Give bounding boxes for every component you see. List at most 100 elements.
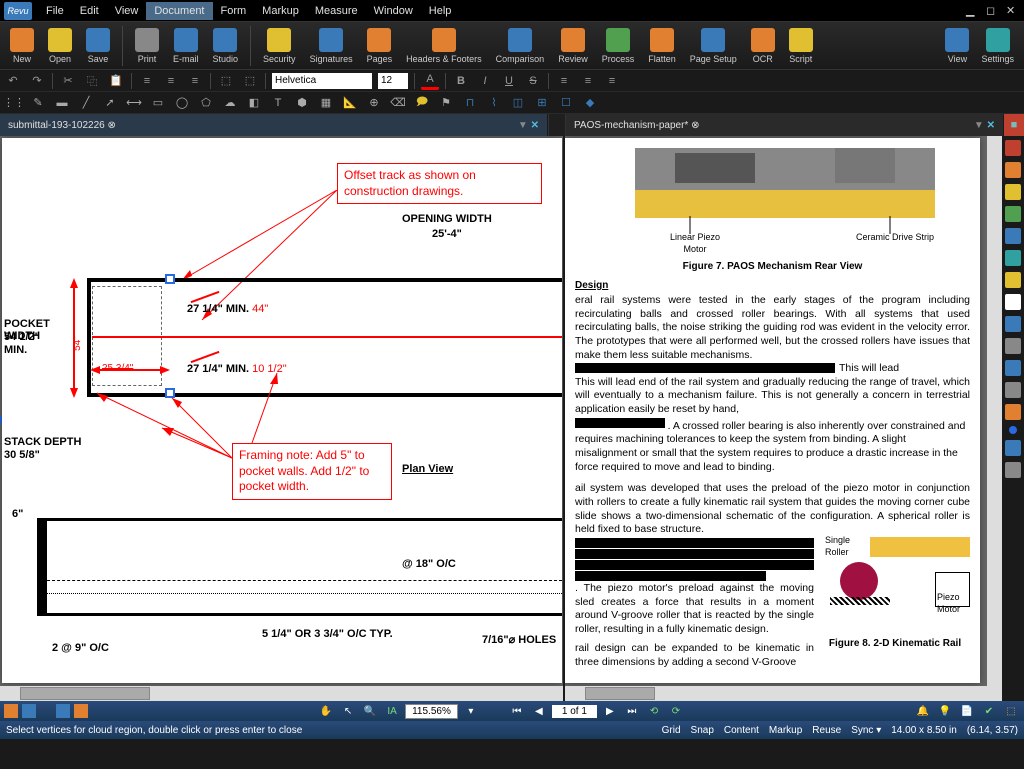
- strip-tool-9[interactable]: [1005, 360, 1021, 376]
- tab-paos-paper[interactable]: PAOS-mechanism-paper* ⊗ ▼ ✕: [566, 114, 1004, 136]
- ribbon-review[interactable]: Review: [552, 28, 594, 64]
- font-size-input[interactable]: [378, 73, 408, 89]
- strip-tool-11[interactable]: [1005, 404, 1021, 420]
- close-icon[interactable]: ✕: [1006, 4, 1020, 18]
- strip-pencil-icon[interactable]: [1005, 272, 1021, 288]
- status-reuse[interactable]: Reuse: [812, 725, 841, 736]
- cloud-icon[interactable]: ☁: [220, 94, 240, 112]
- polygon-icon[interactable]: ⬠: [196, 94, 216, 112]
- copy-icon[interactable]: ⿻: [83, 72, 101, 90]
- ungroup-icon[interactable]: ⬚: [241, 72, 259, 90]
- tab-submittal[interactable]: submittal-193-102226 ⊗ ▼ ✕: [0, 114, 548, 136]
- ribbon-print[interactable]: Print: [129, 28, 165, 64]
- count-icon[interactable]: ⊕: [364, 94, 384, 112]
- redo-icon[interactable]: ↷: [28, 72, 46, 90]
- right-h-scrollbar[interactable]: [565, 686, 1002, 701]
- next-view-icon[interactable]: ⟳: [667, 703, 685, 719]
- strip-tool-1[interactable]: [1005, 140, 1021, 156]
- strip-tool-10[interactable]: [1005, 382, 1021, 398]
- text-select-icon[interactable]: IA: [383, 703, 401, 719]
- ribbon-new[interactable]: New: [4, 28, 40, 64]
- pin-icon[interactable]: ⊗: [108, 120, 116, 131]
- symbol1-icon[interactable]: ⊓: [460, 94, 480, 112]
- dimension-icon[interactable]: ⟷: [124, 94, 144, 112]
- strip-tool-5[interactable]: [1005, 228, 1021, 244]
- font-family-input[interactable]: [272, 73, 372, 89]
- eraser-icon[interactable]: ⌫: [388, 94, 408, 112]
- prev-view-icon[interactable]: ⟲: [645, 703, 663, 719]
- ribbon-page-setup[interactable]: Page Setup: [684, 28, 743, 64]
- ribbon-view[interactable]: View: [939, 28, 975, 64]
- right-v-scrollbar[interactable]: [987, 136, 1002, 686]
- left-document-pane[interactable]: OPENING WIDTH 25'-4" Offset track as sho…: [0, 136, 565, 701]
- menu-measure[interactable]: Measure: [307, 2, 366, 20]
- status-markup[interactable]: Markup: [769, 725, 802, 736]
- strip-tool-3[interactable]: [1005, 184, 1021, 200]
- underline-icon[interactable]: U: [500, 72, 518, 90]
- highlighter-icon[interactable]: ▬: [52, 94, 72, 112]
- text-align-left-icon[interactable]: ≡: [555, 72, 573, 90]
- tab-close-icon[interactable]: ✕: [987, 120, 995, 131]
- ribbon-settings[interactable]: Settings: [975, 28, 1020, 64]
- tab-dropdown-icon[interactable]: ▼: [518, 120, 528, 131]
- nav-layout1-icon[interactable]: [56, 704, 70, 718]
- ribbon-signatures[interactable]: Signatures: [304, 28, 359, 64]
- ribbon-save[interactable]: Save: [80, 28, 116, 64]
- ribbon-ocr[interactable]: OCR: [745, 28, 781, 64]
- last-page-icon[interactable]: ⏭: [623, 703, 641, 719]
- menu-help[interactable]: Help: [421, 2, 460, 20]
- paste-icon[interactable]: 📋: [107, 72, 125, 90]
- stamp-icon[interactable]: ⬢: [292, 94, 312, 112]
- zoom-icon[interactable]: 🔍: [361, 703, 379, 719]
- bold-icon[interactable]: B: [452, 72, 470, 90]
- strip-tool-7[interactable]: [1005, 316, 1021, 332]
- ribbon-pages[interactable]: Pages: [361, 28, 399, 64]
- status-content[interactable]: Content: [724, 725, 759, 736]
- symbol2-icon[interactable]: ⌇: [484, 94, 504, 112]
- pan-icon[interactable]: ✋: [317, 703, 335, 719]
- tab-dropdown-icon[interactable]: ▼: [974, 120, 984, 131]
- nav-thumb1-icon[interactable]: [4, 704, 18, 718]
- align-center-icon[interactable]: ≡: [162, 72, 180, 90]
- pen-icon[interactable]: ✎: [28, 94, 48, 112]
- nav-tool5-icon[interactable]: ⬚: [1002, 703, 1020, 719]
- strip-tool-13[interactable]: [1005, 462, 1021, 478]
- nav-tool1-icon[interactable]: 🔔: [914, 703, 932, 719]
- italic-icon[interactable]: I: [476, 72, 494, 90]
- ribbon-comparison[interactable]: Comparison: [490, 28, 551, 64]
- tab-close-icon[interactable]: ✕: [531, 120, 539, 131]
- ribbon-script[interactable]: Script: [783, 28, 819, 64]
- align-left-icon[interactable]: ≡: [138, 72, 156, 90]
- first-page-icon[interactable]: ⏮: [508, 703, 526, 719]
- note-icon[interactable]: 🗩: [412, 94, 432, 112]
- ribbon-security[interactable]: Security: [257, 28, 302, 64]
- right-document-pane[interactable]: Linear Piezo Motor Ceramic Drive Strip F…: [565, 136, 1002, 701]
- rectangle-icon[interactable]: ▭: [148, 94, 168, 112]
- text-align-center-icon[interactable]: ≡: [579, 72, 597, 90]
- arrow-icon[interactable]: ➚: [100, 94, 120, 112]
- zoom-dropdown-icon[interactable]: ▾: [462, 703, 480, 719]
- page-number[interactable]: 1 of 1: [552, 705, 597, 718]
- strip-handle-icon[interactable]: [1009, 426, 1017, 434]
- zoom-level[interactable]: 115.56%: [405, 704, 458, 719]
- ellipse-icon[interactable]: ◯: [172, 94, 192, 112]
- menu-markup[interactable]: Markup: [254, 2, 307, 20]
- ribbon-headers-footers[interactable]: Headers & Footers: [400, 28, 488, 64]
- ribbon-email[interactable]: E-mail: [167, 28, 205, 64]
- nav-layout2-icon[interactable]: [74, 704, 88, 718]
- strip-tool-8[interactable]: [1005, 338, 1021, 354]
- symbol6-icon[interactable]: ◆: [580, 94, 600, 112]
- menu-file[interactable]: File: [38, 2, 72, 20]
- next-page-icon[interactable]: ▶: [601, 703, 619, 719]
- strip-tool-6[interactable]: [1005, 250, 1021, 266]
- status-sync[interactable]: Sync ▾: [851, 725, 881, 736]
- menu-form[interactable]: Form: [213, 2, 255, 20]
- ribbon-studio[interactable]: Studio: [207, 28, 245, 64]
- tab-add-icon[interactable]: ■: [1004, 114, 1024, 136]
- maximize-icon[interactable]: ◻: [986, 4, 1000, 18]
- markup-handle-2[interactable]: [165, 388, 175, 398]
- callout-framing-note[interactable]: Framing note: Add 5" to pocket walls. Ad…: [232, 443, 392, 500]
- strip-tool-2[interactable]: [1005, 162, 1021, 178]
- nav-thumb2-icon[interactable]: [22, 704, 36, 718]
- align-right-icon[interactable]: ≡: [186, 72, 204, 90]
